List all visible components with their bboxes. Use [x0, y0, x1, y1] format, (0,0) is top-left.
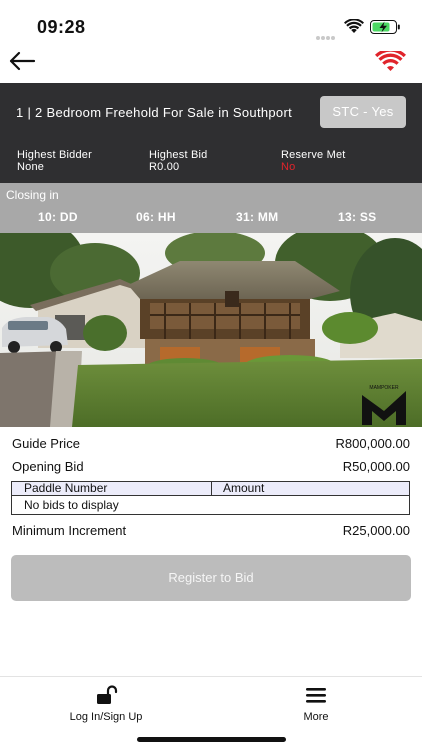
tab-more-label: More	[303, 711, 329, 723]
reserve-met-label: Reserve Met	[281, 149, 346, 161]
opening-bid-label: Opening Bid	[12, 459, 84, 474]
opening-bid-value: R50,000.00	[342, 459, 410, 474]
no-bids-message: No bids to display	[24, 498, 119, 512]
svg-text:MAMPOKER: MAMPOKER	[369, 385, 399, 391]
unlock-icon	[97, 685, 118, 704]
countdown-days: 10: DD	[38, 210, 78, 224]
countdown-seconds: 13: SS	[338, 210, 377, 224]
highest-bidder-value: None	[17, 161, 45, 173]
back-arrow-icon[interactable]	[8, 51, 36, 71]
wifi-brand-icon	[375, 51, 406, 71]
closing-in-label: Closing in	[6, 188, 59, 202]
highest-bid-stat: Highest Bid R0.00	[149, 149, 207, 173]
listing-summary-panel: 1 | 2 Bedroom Freehold For Sale in South…	[0, 83, 422, 183]
reserve-met-stat: Reserve Met No	[281, 149, 346, 173]
signal-dots-icon	[316, 27, 338, 40]
stc-badge: STC - Yes	[320, 96, 406, 128]
highest-bid-value: R0.00	[149, 161, 180, 173]
guide-price-label: Guide Price	[12, 436, 80, 451]
highest-bidder-stat: Highest Bidder None	[17, 149, 92, 173]
bids-table-header: Paddle Number Amount	[12, 482, 409, 496]
battery-charging-icon	[370, 20, 400, 34]
listing-title: 1 | 2 Bedroom Freehold For Sale in South…	[16, 105, 292, 120]
countdown-minutes: 31: MM	[236, 210, 279, 224]
highest-bid-label: Highest Bid	[149, 149, 208, 161]
reserve-met-value: No	[281, 161, 296, 173]
register-to-bid-button[interactable]: Register to Bid	[11, 555, 411, 601]
tab-login-signup[interactable]: Log In/Sign Up	[64, 685, 148, 723]
closing-countdown: Closing in 10: DD 06: HH 31: MM 13: SS	[0, 183, 422, 233]
wifi-icon	[344, 19, 364, 33]
paddle-number-column: Paddle Number	[24, 481, 108, 495]
tab-login-signup-label: Log In/Sign Up	[69, 711, 143, 723]
home-indicator	[137, 737, 286, 742]
tab-more[interactable]: More	[294, 685, 338, 723]
min-increment-label: Minimum Increment	[12, 523, 127, 538]
highest-bidder-label: Highest Bidder	[17, 149, 92, 161]
min-increment-value: R25,000.00	[342, 523, 410, 538]
guide-price-value: R800,000.00	[335, 436, 410, 451]
status-bar: 09:28	[0, 0, 422, 46]
hamburger-menu-icon	[306, 688, 326, 703]
bids-table: Paddle Number Amount No bids to display	[11, 481, 410, 515]
countdown-hours: 06: HH	[136, 210, 176, 224]
app-header	[0, 46, 422, 83]
amount-column: Amount	[223, 481, 265, 495]
property-photo: MAMPOKER	[0, 233, 422, 427]
status-time: 09:28	[37, 17, 86, 37]
column-divider	[211, 482, 212, 496]
